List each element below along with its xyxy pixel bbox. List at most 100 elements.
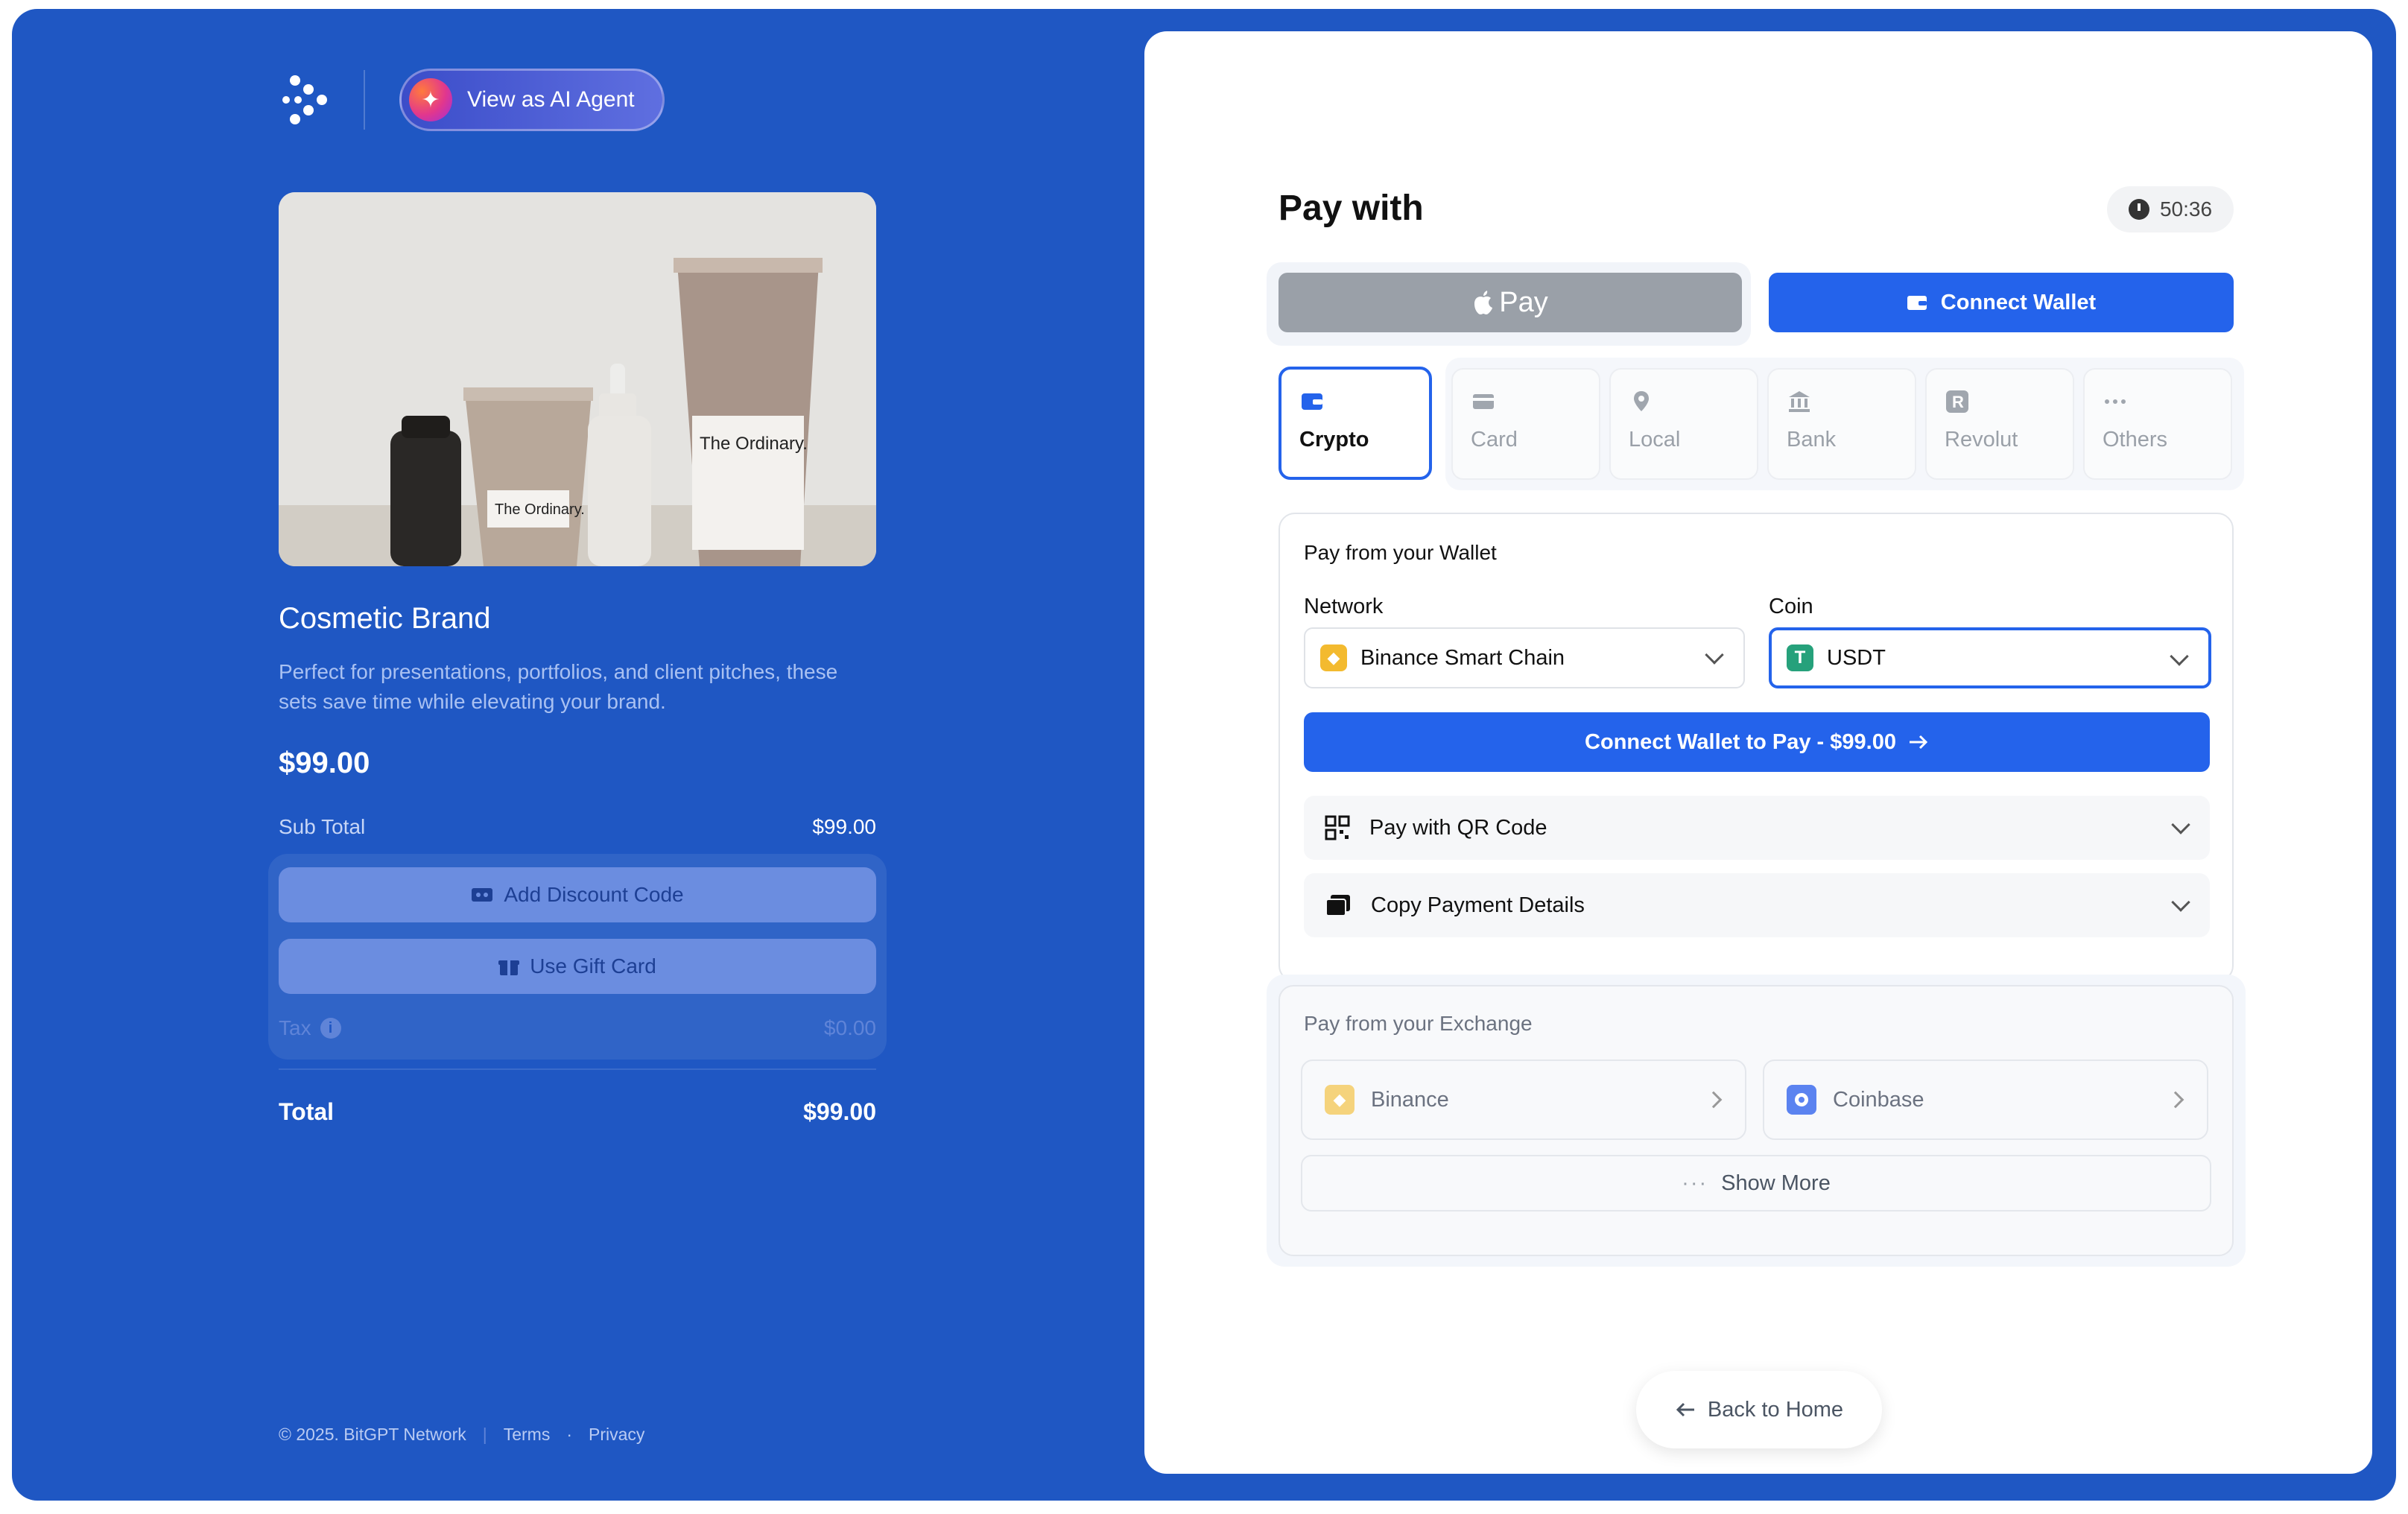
product-description: Perfect for presentations, portfolios, a… [279, 660, 838, 713]
chevron-down-icon [1705, 645, 1724, 665]
qr-code-icon [1325, 815, 1350, 840]
coin-value: USDT [1827, 645, 1886, 670]
more-icon: ··· [1682, 1171, 1708, 1195]
chevron-down-icon [2171, 815, 2190, 834]
sparkle-icon: ✦ [409, 78, 452, 121]
svg-text:The Ordinary.: The Ordinary. [700, 434, 808, 454]
wallet-icon [1302, 393, 1322, 410]
wallet-icon [1907, 296, 1927, 310]
more-icon [2105, 399, 2126, 404]
network-label: Network [1304, 595, 1384, 618]
card-icon [1473, 394, 1494, 409]
wallet-section: Pay from your Wallet Network Coin ◆ Bina… [1279, 513, 2234, 982]
chevron-right-icon [1705, 1091, 1723, 1109]
arrow-right-icon [1909, 735, 1928, 750]
total-divider [279, 1068, 876, 1070]
coin-select[interactable]: T USDT [1769, 627, 2211, 688]
product-title: Cosmetic Brand [279, 602, 491, 635]
tab-others-label: Others [2103, 428, 2168, 452]
tab-revolut[interactable]: R Revolut [1925, 368, 2074, 480]
footer-separator: | [482, 1425, 487, 1444]
apple-pay-label: Pay [1499, 286, 1548, 318]
tab-others[interactable]: Others [2083, 368, 2232, 480]
exchange-section: Pay from your Exchange ◆ Binance Coinbas… [1279, 985, 2234, 1256]
timer-value: 50:36 [2159, 197, 2213, 221]
arrow-left-icon [1676, 1402, 1694, 1417]
total-value: $99.00 [803, 1098, 876, 1125]
chevron-down-icon [2170, 647, 2189, 666]
privacy-link[interactable]: Privacy [589, 1425, 644, 1445]
svg-text:R: R [1952, 393, 1964, 411]
gift-icon [498, 960, 520, 975]
qr-code-label: Pay with QR Code [1369, 815, 1547, 840]
revolut-icon: R [1946, 390, 1968, 413]
binance-exchange-button[interactable]: ◆ Binance [1301, 1060, 1746, 1140]
copy-payment-details-accordion[interactable]: Copy Payment Details [1304, 873, 2210, 937]
bitgpt-logo-icon[interactable] [279, 70, 338, 130]
coin-label: Coin [1769, 595, 1813, 618]
footer-dot: · [566, 1425, 573, 1444]
subtotal-label: Sub Total [279, 815, 366, 838]
product-price: $99.00 [279, 747, 370, 779]
add-discount-code-button[interactable]: Add Discount Code [279, 867, 876, 922]
bank-icon [1789, 391, 1810, 412]
wallet-section-title: Pay from your Wallet [1304, 541, 1497, 564]
product-image: The Ordinary. The Ordinary. [279, 192, 876, 566]
agent-button-label: View as AI Agent [467, 87, 635, 112]
total-label: Total [279, 1098, 335, 1125]
tax-row: Tax i $0.00 [279, 1016, 876, 1040]
location-icon [1634, 391, 1649, 411]
use-gift-card-label: Use Gift Card [530, 954, 656, 978]
copy-payment-details-label: Copy Payment Details [1371, 893, 1585, 917]
connect-wallet-button[interactable]: Connect Wallet [1769, 273, 2234, 332]
chevron-down-icon [2171, 893, 2190, 912]
back-to-home-label: Back to Home [1707, 1397, 1844, 1422]
view-as-ai-agent-button[interactable]: ✦ View as AI Agent [399, 69, 665, 131]
page-title: Pay with [1279, 189, 1424, 228]
pay-button-label: Connect Wallet to Pay - $99.00 [1585, 729, 1896, 754]
use-gift-card-button[interactable]: Use Gift Card [279, 939, 876, 994]
chevron-right-icon [2167, 1091, 2184, 1109]
product-photo: The Ordinary. The Ordinary. [279, 192, 876, 566]
terms-link[interactable]: Terms [504, 1425, 551, 1445]
binance-icon: ◆ [1325, 1085, 1354, 1115]
coinbase-exchange-button[interactable]: Coinbase [1763, 1060, 2208, 1140]
footer: © 2025. BitGPT Network | Terms · Privacy [279, 1425, 644, 1445]
tab-crypto-label: Crypto [1299, 428, 1369, 452]
tax-label-group: Tax i [279, 1016, 341, 1040]
tab-local-label: Local [1629, 428, 1681, 452]
tab-revolut-label: Revolut [1945, 428, 2018, 452]
binance-label: Binance [1371, 1087, 1449, 1112]
network-value: Binance Smart Chain [1360, 645, 1565, 670]
coinbase-icon [1787, 1085, 1816, 1115]
clock-icon [2128, 199, 2149, 220]
apple-pay-button[interactable]: Pay [1279, 273, 1742, 332]
back-to-home-button[interactable]: Back to Home [1636, 1371, 1882, 1448]
app-frame: ✦ View as AI Agent The Ordinary. The Ord… [12, 9, 2396, 1501]
countdown-timer: 50:36 [2107, 186, 2234, 232]
tab-bank[interactable]: Bank [1767, 368, 1916, 480]
coinbase-label: Coinbase [1833, 1087, 1924, 1112]
network-select[interactable]: ◆ Binance Smart Chain [1304, 627, 1745, 688]
show-more-button[interactable]: ··· Show More [1301, 1155, 2211, 1211]
tab-crypto[interactable]: Crypto [1279, 367, 1432, 480]
tab-local[interactable]: Local [1609, 368, 1758, 480]
header-divider [364, 70, 365, 130]
tab-bank-label: Bank [1787, 428, 1837, 452]
connect-wallet-to-pay-button[interactable]: Connect Wallet to Pay - $99.00 [1304, 712, 2210, 772]
qr-code-accordion[interactable]: Pay with QR Code [1304, 796, 2210, 860]
info-icon[interactable]: i [320, 1018, 341, 1039]
connect-wallet-label: Connect Wallet [1940, 290, 2097, 314]
subtotal-row: Sub Total $99.00 [279, 815, 876, 839]
binance-icon: ◆ [1320, 644, 1347, 671]
apple-icon [1474, 291, 1493, 314]
subtotal-value: $99.00 [812, 815, 876, 838]
svg-text:The Ordinary.: The Ordinary. [495, 501, 585, 518]
exchange-section-title: Pay from your Exchange [1304, 1012, 1533, 1035]
tab-card-label: Card [1471, 428, 1518, 452]
show-more-label: Show More [1721, 1171, 1831, 1195]
copyright-text: © 2025. BitGPT Network [279, 1425, 466, 1444]
tether-icon: T [1787, 644, 1813, 671]
tab-card[interactable]: Card [1451, 368, 1600, 480]
payment-card: Pay with 50:36 Pay Connect Wallet Crypto… [1144, 31, 2372, 1474]
